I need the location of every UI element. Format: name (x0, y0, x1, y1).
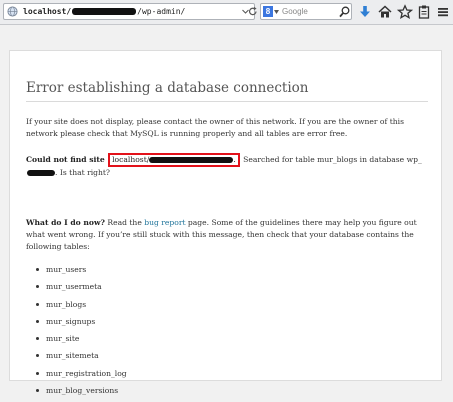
highlighted-host: localhost/. (108, 153, 240, 167)
redacted-host-segment (149, 157, 234, 163)
could-not-find-label: Could not find site (26, 155, 105, 164)
read-the-text: Read the (107, 218, 142, 227)
host-suffix: . (233, 155, 236, 164)
database-prefix: wp_ (406, 155, 422, 164)
clipboard-icon[interactable] (416, 4, 432, 20)
browser-toolbar: localhost/ /wp-admin/ 8 Google (0, 0, 453, 25)
menu-icon[interactable] (435, 4, 451, 20)
search-engine-icon[interactable]: 8 (263, 6, 273, 17)
list-item: mur_sitemeta (26, 350, 127, 367)
error-page: Error establishing a database connection… (9, 50, 442, 395)
list-item: mur_site (26, 333, 127, 350)
is-that-right-text: . Is that right? (55, 168, 111, 177)
search-bar[interactable]: 8 Google (260, 3, 352, 20)
search-engine-dropdown-icon[interactable] (274, 10, 279, 14)
page-title: Error establishing a database connection (26, 80, 428, 102)
search-icon[interactable] (339, 6, 350, 18)
search-input-placeholder[interactable]: Google (282, 5, 308, 19)
list-item: mur_signups (26, 316, 127, 333)
url-text[interactable]: localhost/ /wp-admin/ (23, 5, 185, 19)
required-tables-list: mur_users mur_usermeta mur_blogs mur_sig… (26, 264, 127, 402)
bug-report-link[interactable]: bug report (144, 218, 185, 227)
what-to-do-paragraph: What do I do now? Read the bug report pa… (26, 217, 428, 253)
redacted-database-segment (27, 170, 55, 176)
what-to-do-label: What do I do now? (26, 218, 105, 227)
redacted-url-segment (72, 8, 137, 15)
host-text: localhost/ (112, 155, 150, 164)
list-item: mur_blog_versions (26, 385, 127, 402)
intro-paragraph: If your site does not display, please co… (26, 117, 404, 138)
url-path: /wp-admin/ (137, 7, 186, 16)
list-item: mur_registration_log (26, 368, 127, 385)
searched-for-text: Searched for table mur_blogs in database (243, 155, 405, 164)
url-host: localhost/ (23, 7, 72, 16)
reload-icon[interactable] (248, 6, 258, 17)
list-item: mur_users (26, 264, 127, 281)
download-icon[interactable] (357, 4, 373, 20)
home-icon[interactable] (377, 4, 393, 20)
globe-icon (7, 6, 18, 17)
address-bar[interactable]: localhost/ /wp-admin/ (3, 3, 258, 20)
list-item: mur_blogs (26, 299, 127, 316)
list-item: mur_usermeta (26, 281, 127, 298)
bookmark-star-icon[interactable] (397, 4, 413, 20)
site-not-found-paragraph: Could not find site localhost/. Searched… (26, 153, 428, 179)
